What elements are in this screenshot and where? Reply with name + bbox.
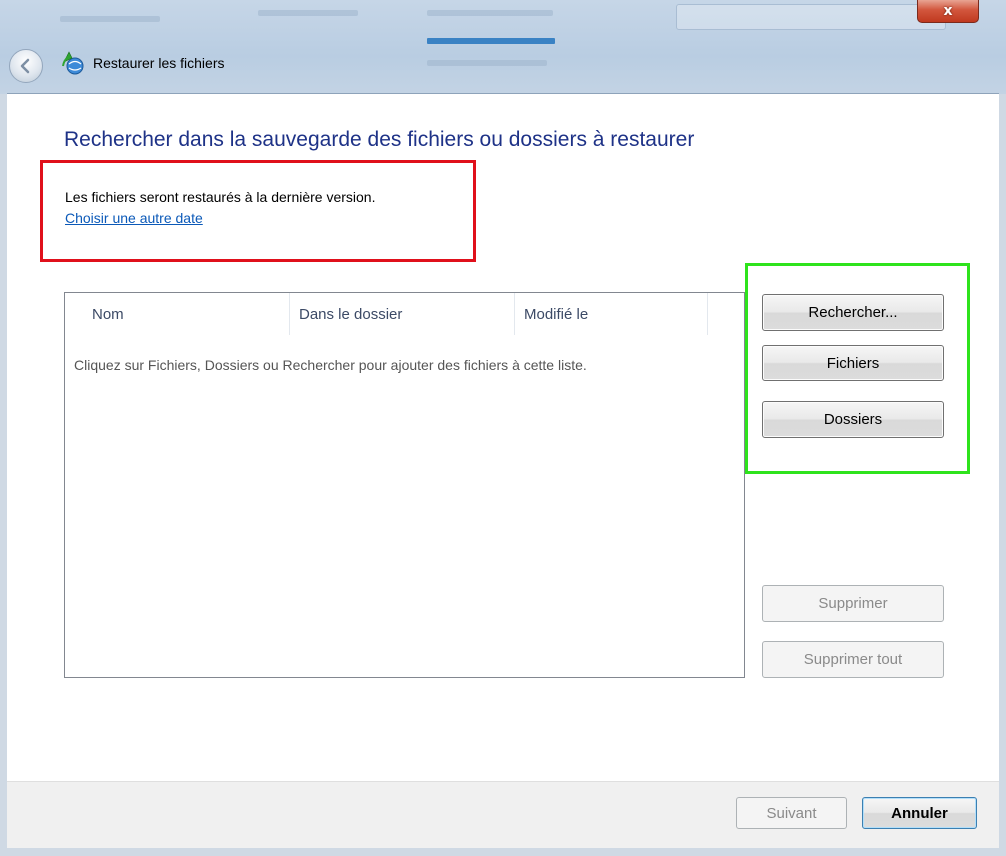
back-button[interactable] [9, 49, 43, 83]
restore-version-text: Les fichiers seront restaurés à la derni… [65, 189, 376, 205]
files-button[interactable]: Fichiers [762, 345, 944, 381]
background-window-text [427, 60, 547, 66]
background-window-text [427, 10, 553, 16]
choose-date-link[interactable]: Choisir une autre date [65, 210, 203, 226]
title-bar: x Restaurer les fichiers [0, 0, 1006, 94]
background-window-button [676, 4, 946, 30]
background-window-text [258, 10, 358, 16]
folders-button[interactable]: Dossiers [762, 401, 944, 438]
column-header-folder[interactable]: Dans le dossier [290, 293, 515, 335]
wizard-content: Rechercher dans la sauvegarde des fichie… [7, 93, 999, 782]
column-header-nom[interactable]: Nom [65, 293, 290, 335]
background-window-text [60, 16, 160, 22]
search-button[interactable]: Rechercher... [762, 294, 944, 331]
empty-list-message: Cliquez sur Fichiers, Dossiers ou Recher… [74, 357, 587, 373]
back-arrow-icon [20, 58, 30, 74]
restore-files-icon [62, 51, 84, 75]
file-list[interactable]: Nom Dans le dossier Modifié le Cliquez s… [64, 292, 745, 678]
cancel-button[interactable]: Annuler [862, 797, 977, 829]
next-button[interactable]: Suivant [736, 797, 847, 829]
window-title: Restaurer les fichiers [93, 55, 225, 71]
column-header-modified[interactable]: Modifié le [515, 293, 708, 335]
wizard-footer: Suivant Annuler [7, 781, 999, 848]
remove-button[interactable]: Supprimer [762, 585, 944, 622]
background-window-progress [427, 38, 555, 44]
remove-all-button[interactable]: Supprimer tout [762, 641, 944, 678]
close-button[interactable]: x [917, 0, 979, 23]
page-heading: Rechercher dans la sauvegarde des fichie… [64, 128, 695, 151]
